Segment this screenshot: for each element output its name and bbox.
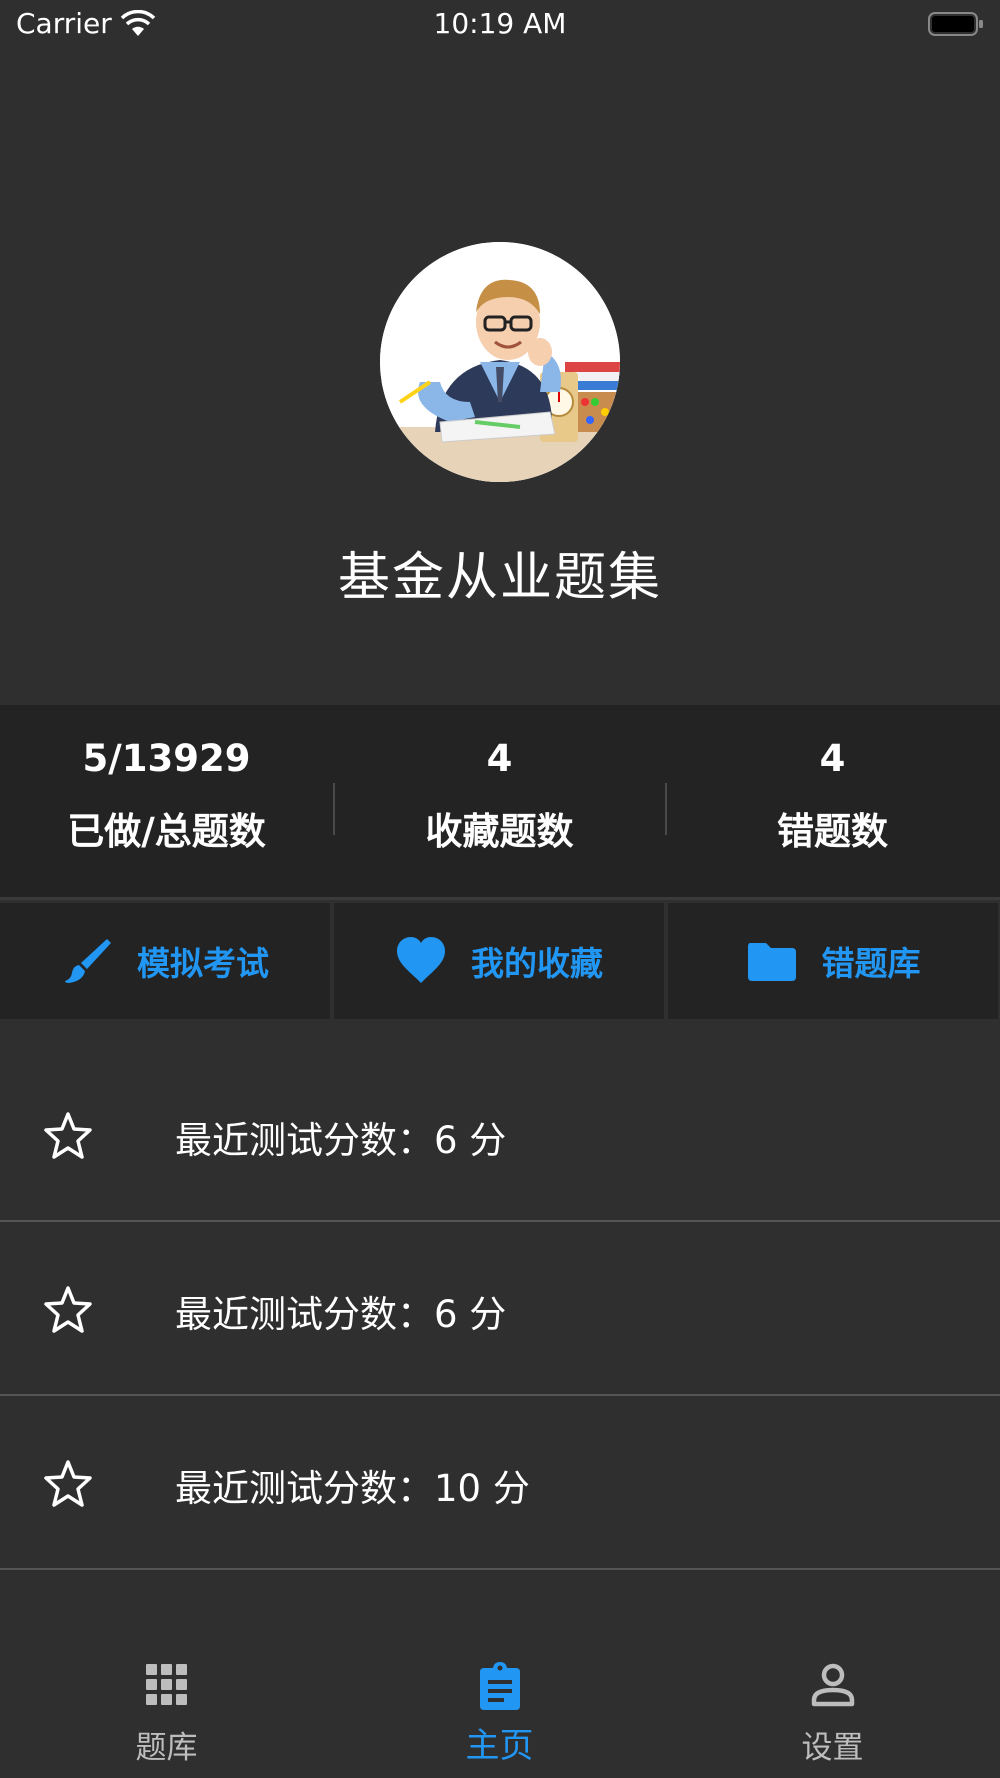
action-label: 我的收藏	[471, 944, 603, 983]
stat-value: 5/13929	[82, 737, 251, 780]
grid-icon	[145, 1664, 187, 1705]
tab-question-bank[interactable]: 题库	[0, 1630, 333, 1778]
star-outline-icon	[44, 1112, 92, 1159]
home-screen: Carrier 10:19 AM 基金从业题集 5/13929 已做/总题数 4…	[0, 0, 1000, 1778]
brush-icon	[65, 939, 111, 983]
my-favorites-button[interactable]: 我的收藏	[334, 903, 664, 1019]
avatar	[380, 242, 620, 482]
stat-label: 错题数	[777, 810, 888, 853]
tab-label: 主页	[465, 1726, 534, 1766]
stat-done-total: 5/13929 已做/总题数	[0, 705, 333, 899]
stat-favorites: 4 收藏题数	[333, 705, 666, 899]
bottom-nav: 题库 主页 设置	[0, 1630, 1000, 1778]
tab-settings[interactable]: 设置	[666, 1630, 999, 1778]
folder-icon	[747, 943, 796, 981]
action-label: 错题库	[821, 944, 921, 983]
star-outline-icon	[44, 1460, 92, 1507]
tab-home[interactable]: 主页	[333, 1630, 666, 1778]
score-text: 最近测试分数：6 分	[175, 1119, 507, 1162]
divider	[0, 897, 1000, 900]
star-outline-icon	[44, 1286, 92, 1333]
wrong-questions-button[interactable]: 错题库	[668, 903, 998, 1019]
stat-label: 已做/总题数	[67, 810, 266, 853]
action-bar: 模拟考试 我的收藏 错题库	[0, 903, 1000, 1019]
stats-panel: 5/13929 已做/总题数 4 收藏题数 4 错题数	[0, 705, 1000, 899]
stat-value: 4	[819, 737, 846, 780]
status-bar: Carrier 10:19 AM	[0, 0, 1000, 50]
mock-exam-button[interactable]: 模拟考试	[0, 903, 330, 1019]
stat-wrong: 4 错题数	[666, 705, 999, 899]
avatar-image	[380, 242, 620, 482]
app-title: 基金从业题集	[337, 548, 662, 608]
tab-label: 题库	[135, 1730, 198, 1766]
person-icon	[811, 1663, 854, 1707]
action-label: 模拟考试	[137, 944, 269, 983]
stat-value: 4	[486, 737, 513, 780]
battery-icon	[928, 12, 983, 36]
tab-label: 设置	[801, 1730, 864, 1766]
list-item[interactable]: 最近测试分数：6 分	[0, 1222, 1000, 1396]
stat-label: 收藏题数	[425, 810, 574, 853]
heart-icon	[397, 937, 445, 983]
score-text: 最近测试分数：10 分	[175, 1467, 530, 1510]
score-text: 最近测试分数：6 分	[175, 1293, 507, 1336]
clipboard-icon	[479, 1662, 520, 1710]
clock-time: 10:19 AM	[433, 7, 567, 40]
list-item[interactable]: 最近测试分数：10 分	[0, 1396, 1000, 1570]
list-item[interactable]: 最近测试分数：6 分	[0, 1048, 1000, 1222]
